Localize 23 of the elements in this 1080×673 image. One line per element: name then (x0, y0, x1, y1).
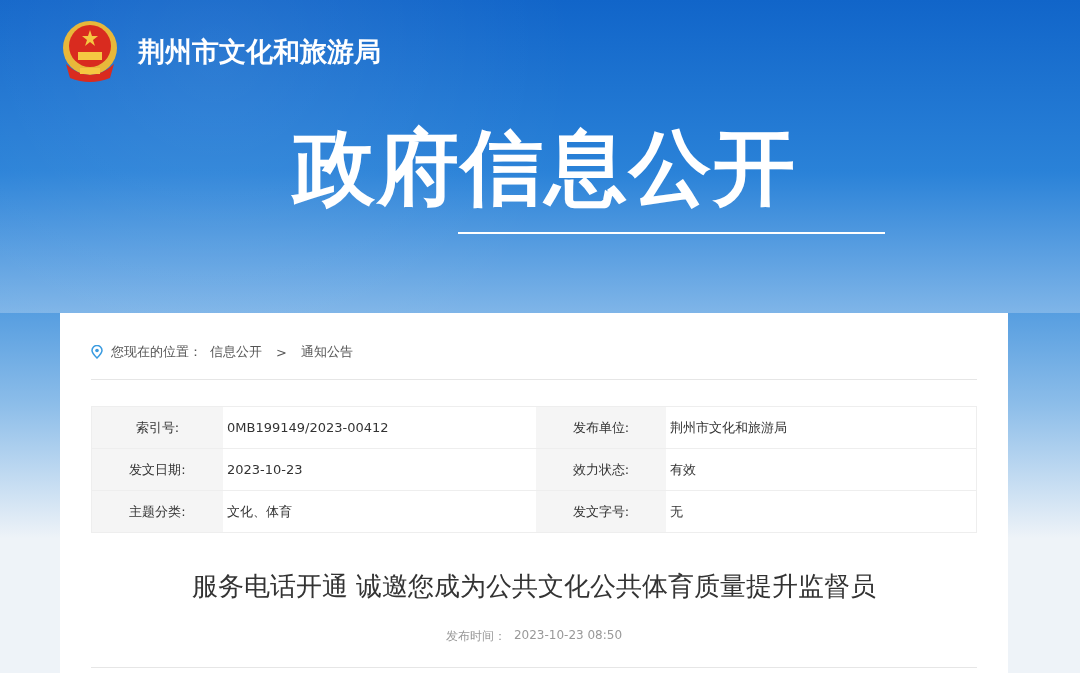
publish-time: 2023-10-23 08:50 (513, 628, 623, 644)
field-value: 0MB199149/2023-00412 (226, 419, 390, 437)
field-label: 主题分类: (92, 491, 223, 532)
emblem-icon (60, 20, 120, 84)
field-value: 有效 (669, 460, 697, 479)
field-value: 荆州市文化和旅游局 (669, 418, 788, 437)
field-label: 发布单位: (536, 407, 666, 448)
breadcrumb-label: 您现在的位置： (111, 343, 202, 361)
field-label: 发文日期: (92, 449, 223, 490)
breadcrumb-link[interactable]: 通知公告 (300, 343, 353, 361)
field-value: 无 (669, 502, 684, 521)
field-value: 文化、体育 (226, 502, 293, 521)
field-label: 索引号: (92, 407, 223, 448)
field-label: 发文字号: (536, 491, 666, 532)
site-name: 荆州市文化和旅游局 (138, 35, 381, 69)
field-value: 2023-10-23 (226, 461, 304, 479)
breadcrumb-link[interactable]: 信息公开 (210, 343, 262, 361)
publish-time-label: 发布时间： (445, 628, 506, 645)
breadcrumb-separator: > (276, 344, 287, 360)
field-label: 效力状态: (536, 449, 666, 490)
article-title: 服务电话开通 诚邀您成为公共文化公共体育质量提升监督员 (190, 570, 878, 603)
banner-title: 政府信息公开 (290, 119, 798, 217)
location-pin-icon (91, 345, 103, 359)
